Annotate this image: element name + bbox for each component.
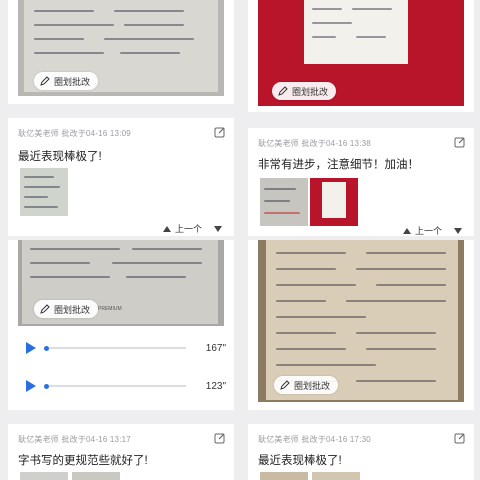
media-card-left: 圈划批改 PREMIUM 167" 123" <box>8 240 234 410</box>
pencil-icon <box>280 380 290 390</box>
prev-button[interactable]: 上一个 <box>175 222 202 235</box>
progress-track[interactable] <box>49 385 186 387</box>
edit-icon[interactable] <box>214 432 226 444</box>
arrow-up-icon[interactable] <box>402 227 411 234</box>
arrow-up-icon[interactable] <box>162 225 171 232</box>
comment-card-left-1: 耿亿美老师 批改于04-16 13:09 最近表现棒极了! 上一个 <box>8 118 234 236</box>
worksheet-paper <box>304 0 408 64</box>
homework-photo[interactable]: 圈划批改 <box>258 0 464 106</box>
audio-player-1[interactable]: 167" <box>26 336 226 360</box>
homework-thumbnail[interactable] <box>20 472 68 480</box>
arrow-down-icon[interactable] <box>214 225 222 232</box>
annotate-badge-label: 圈划批改 <box>292 86 329 97</box>
comment-card-left-2: 耿亿美老师 批改于04-16 13:17 字书写的更规范些就好了! <box>8 424 234 480</box>
teacher-comment: 非常有进步，注意细节！加油！ <box>258 159 419 171</box>
media-card-right: 圈划批改 <box>248 240 474 410</box>
annotate-badge-label: 圈划批改 <box>54 76 91 87</box>
pager: 上一个 <box>402 224 462 237</box>
annotate-badge-label: 圈划批改 <box>294 380 331 391</box>
homework-thumbnail[interactable] <box>310 178 358 226</box>
homework-thumbnail[interactable] <box>260 472 308 480</box>
prev-button[interactable]: 上一个 <box>415 224 442 237</box>
edit-icon[interactable] <box>454 136 466 148</box>
annotate-badge[interactable]: 圈划批改 <box>34 72 99 90</box>
annotate-badge[interactable]: 圈划批改 <box>274 376 339 394</box>
homework-thumbnail[interactable] <box>72 472 120 480</box>
teacher-comment: 最近表现棒极了! <box>18 151 102 163</box>
pencil-icon <box>40 76 50 86</box>
annotate-badge[interactable]: 圈划批改 <box>34 300 99 318</box>
play-icon[interactable] <box>26 380 36 392</box>
teacher-meta: 耿亿美老师 批改于04-16 13:09 <box>18 129 131 138</box>
comment-card-right-2: 耿亿美老师 批改于04-16 17:30 最近表现棒极了! <box>248 424 474 480</box>
teacher-comment: 字书写的更规范些就好了! <box>18 455 148 467</box>
teacher-meta: 耿亿美老师 批改于04-16 17:30 <box>258 435 371 444</box>
annotate-badge[interactable]: 圈划批改 <box>272 82 337 100</box>
homework-card-top-left: 圈划批改 <box>8 0 234 104</box>
edit-icon[interactable] <box>214 126 226 138</box>
homework-photo[interactable]: 圈划批改 PREMIUM <box>18 240 224 326</box>
homework-thumbnail[interactable] <box>260 178 308 226</box>
teacher-meta: 耿亿美老师 批改于04-16 13:17 <box>18 435 131 444</box>
play-icon[interactable] <box>26 342 36 354</box>
homework-photo[interactable]: 圈划批改 <box>18 0 224 96</box>
pager: 上一个 <box>162 222 222 235</box>
annotate-badge-label: 圈划批改 <box>54 304 91 315</box>
comment-card-right-1: 耿亿美老师 批改于04-16 13:38 非常有进步，注意细节！加油！ 上一个 <box>248 128 474 236</box>
pencil-icon <box>40 304 50 314</box>
progress-track[interactable] <box>49 347 186 349</box>
pencil-icon <box>278 86 288 96</box>
arrow-down-icon[interactable] <box>454 227 462 234</box>
edit-icon[interactable] <box>454 432 466 444</box>
homework-photo[interactable]: 圈划批改 <box>258 240 464 402</box>
watermark: PREMIUM <box>98 306 122 312</box>
teacher-comment: 最近表现棒极了! <box>258 455 342 467</box>
homework-thumbnail[interactable] <box>20 168 68 216</box>
homework-card-top-right: 圈划批改 <box>248 0 474 112</box>
audio-player-2[interactable]: 123" <box>26 374 226 398</box>
audio-duration: 167" <box>205 342 226 354</box>
teacher-meta: 耿亿美老师 批改于04-16 13:38 <box>258 139 371 148</box>
audio-duration: 123" <box>205 380 226 392</box>
homework-thumbnail[interactable] <box>312 472 360 480</box>
